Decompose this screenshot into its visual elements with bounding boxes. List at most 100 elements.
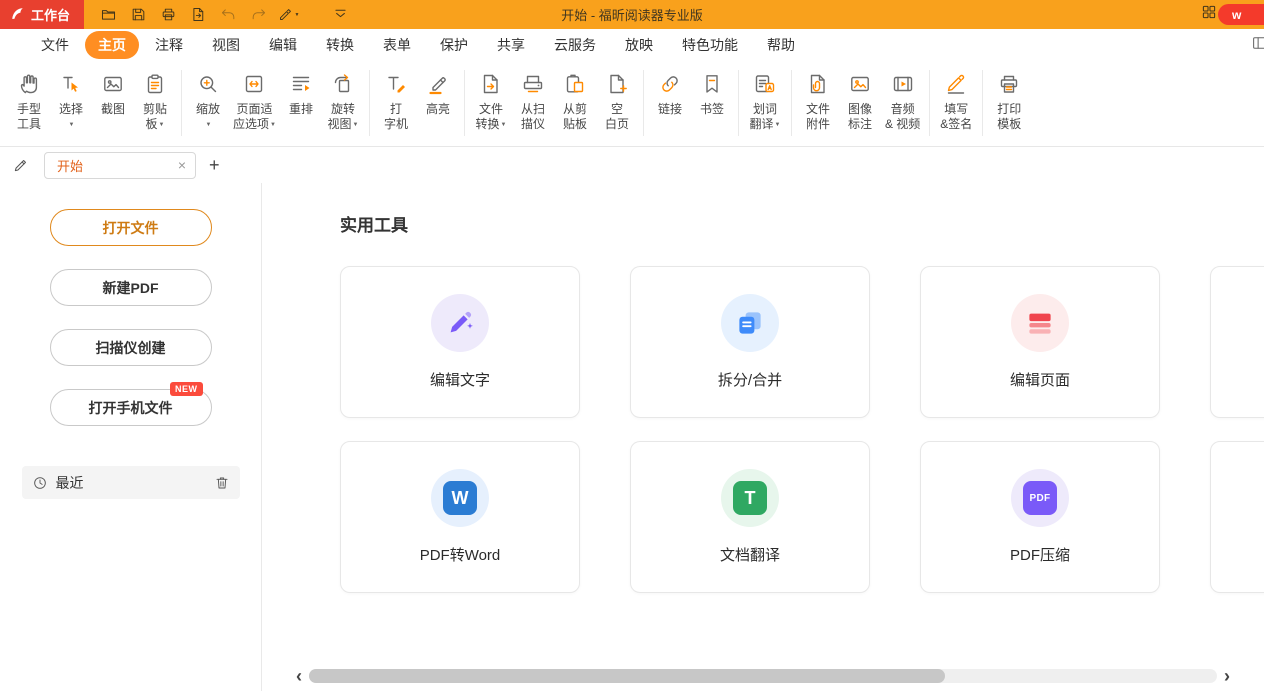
scroll-right-icon[interactable]: › <box>1224 667 1230 685</box>
rotate-view-label: 旋转视图▼ <box>327 102 358 133</box>
menu-item-edit[interactable]: 编辑 <box>256 31 310 59</box>
split-merge-icon <box>721 294 779 352</box>
audio-video-icon <box>891 69 915 99</box>
ribbon-group-2: 缩放▼页面适应选项▼重排旋转视图▼ <box>187 67 364 133</box>
recent-label: 最近 <box>56 473 206 493</box>
tool-select[interactable]: 选择▼ <box>50 67 92 133</box>
snapshot-label: 截图 <box>101 102 125 117</box>
print-icon[interactable] <box>156 4 180 26</box>
pen-tool-icon[interactable]: ▼ <box>276 4 300 26</box>
upgrade-button[interactable]: w <box>1218 4 1264 25</box>
menu-item-features[interactable]: 特色功能 <box>669 31 751 59</box>
ribbon-group-3: 打字机 高亮 <box>375 67 459 132</box>
card-edit-pages[interactable]: 编辑页面 <box>920 266 1160 418</box>
card-label: PDF转Word <box>420 544 501 565</box>
new-tab-button[interactable]: + <box>209 156 220 174</box>
tool-from-scanner[interactable]: 从扫描仪 <box>512 67 554 133</box>
card-pdf-to-word[interactable]: WPDF转Word <box>340 441 580 593</box>
recent-row[interactable]: 最近 <box>22 466 240 499</box>
trash-icon[interactable] <box>214 475 230 491</box>
highlight-label: 高亮 <box>426 102 450 117</box>
from-scanner-icon <box>521 69 545 99</box>
card-doc-translate[interactable]: T文档翻译 <box>630 441 870 593</box>
page-fit-icon <box>242 69 266 99</box>
tool-snapshot[interactable]: 截图 <box>92 67 134 133</box>
undo-icon[interactable] <box>216 4 240 26</box>
menu-item-form[interactable]: 表单 <box>370 31 424 59</box>
tool-link[interactable]: 链接 <box>649 67 691 117</box>
image-annotation-label: 图像标注 <box>848 102 872 132</box>
new-pdf-button[interactable]: 新建PDF <box>50 269 212 306</box>
tab-pencil-icon[interactable] <box>12 156 30 174</box>
card-edit-text[interactable]: 编辑文字 <box>340 266 580 418</box>
menu-item-convert[interactable]: 转换 <box>313 31 367 59</box>
export-icon[interactable] <box>186 4 210 26</box>
tool-blank-page[interactable]: 空白页 <box>596 67 638 133</box>
titlebar: 工作台 ▼ 开始 - 福昕阅读器专业版 w <box>0 0 1264 29</box>
typewriter-label: 打字机 <box>384 102 408 132</box>
menu-item-help[interactable]: 帮助 <box>754 31 808 59</box>
open-file-button[interactable]: 打开文件 <box>50 209 212 246</box>
tool-image-annotation[interactable]: 图像标注 <box>839 67 881 132</box>
open-mobile-file-button[interactable]: 打开手机文件NEW <box>50 389 212 426</box>
menu-item-file[interactable]: 文件 <box>28 31 82 59</box>
zoom-icon <box>196 69 220 99</box>
menubar: 文件主页注释视图编辑转换表单保护共享云服务放映特色功能帮助 <box>0 29 1264 60</box>
tool-page-fit[interactable]: 页面适应选项▼ <box>229 67 280 133</box>
save-icon[interactable] <box>126 4 150 26</box>
menu-item-comment[interactable]: 注释 <box>142 31 196 59</box>
tool-fill-sign[interactable]: 填写&签名 <box>935 67 977 132</box>
tool-word-translate[interactable]: 划词翻译▼ <box>744 67 786 133</box>
open-folder-icon[interactable] <box>96 4 120 26</box>
word-translate-icon <box>753 69 777 99</box>
apps-grid-icon[interactable] <box>1200 3 1218 26</box>
scroll-left-icon[interactable]: ‹ <box>296 667 302 685</box>
scanner-create-button[interactable]: 扫描仪创建 <box>50 329 212 366</box>
tool-convert-file[interactable]: 文件转换▼ <box>470 67 512 133</box>
ribbon-group-7: 文件附件图像标注音频& 视频 <box>797 67 924 132</box>
rotate-view-icon <box>331 69 355 99</box>
tool-highlight[interactable]: 高亮 <box>417 67 459 132</box>
ribbon-divider <box>464 70 465 136</box>
print-template-icon <box>997 69 1021 99</box>
scrollbar-track[interactable] <box>309 669 1217 683</box>
convert-file-label: 文件转换▼ <box>475 102 506 133</box>
audio-video-label: 音频& 视频 <box>885 102 920 132</box>
card-split-merge[interactable]: 拆分/合并 <box>630 266 870 418</box>
word-translate-label: 划词翻译▼ <box>749 102 780 133</box>
tool-typewriter[interactable]: 打字机 <box>375 67 417 132</box>
clipboard-icon <box>143 69 167 99</box>
from-scanner-label: 从扫描仪 <box>521 102 545 132</box>
tool-from-clipboard[interactable]: 从剪贴板 <box>554 67 596 133</box>
redo-icon[interactable] <box>246 4 270 26</box>
file-attachment-label: 文件附件 <box>806 102 830 132</box>
tool-rotate-view[interactable]: 旋转视图▼ <box>322 67 364 133</box>
card-pdf-compress[interactable]: PDFPDF压缩 <box>920 441 1160 593</box>
customize-toolbar-icon[interactable] <box>328 4 352 26</box>
menu-item-cloud-service[interactable]: 云服务 <box>541 31 609 59</box>
menu-item-share[interactable]: 共享 <box>484 31 538 59</box>
panel-toggle-icon[interactable] <box>1251 34 1264 57</box>
tool-zoom[interactable]: 缩放▼ <box>187 67 229 133</box>
card-label: 拆分/合并 <box>718 369 782 390</box>
menu-item-present[interactable]: 放映 <box>612 31 666 59</box>
typewriter-icon <box>384 69 408 99</box>
tool-reflow[interactable]: 重排 <box>280 67 322 133</box>
blank-page-label: 空白页 <box>605 102 629 132</box>
tab-close-icon[interactable]: × <box>178 158 186 172</box>
tool-file-attachment[interactable]: 文件附件 <box>797 67 839 132</box>
tab-start[interactable]: 开始 × <box>44 152 196 179</box>
tool-bookmark[interactable]: 书签 <box>691 67 733 117</box>
menu-item-home[interactable]: 主页 <box>85 31 139 59</box>
tool-hand-tool[interactable]: 手型工具 <box>8 67 50 133</box>
menu-item-protect[interactable]: 保护 <box>427 31 481 59</box>
workspace-button[interactable]: 工作台 <box>0 0 84 29</box>
tool-clipboard[interactable]: 剪贴板▼ <box>134 67 176 133</box>
ribbon-divider <box>929 70 930 136</box>
menu-item-view[interactable]: 视图 <box>199 31 253 59</box>
scrollbar-thumb[interactable] <box>309 669 945 683</box>
tab-label: 开始 <box>57 156 178 175</box>
tool-audio-video[interactable]: 音频& 视频 <box>881 67 924 132</box>
tool-print-template[interactable]: 打印模板 <box>988 67 1030 132</box>
workspace-label: 工作台 <box>31 5 70 24</box>
